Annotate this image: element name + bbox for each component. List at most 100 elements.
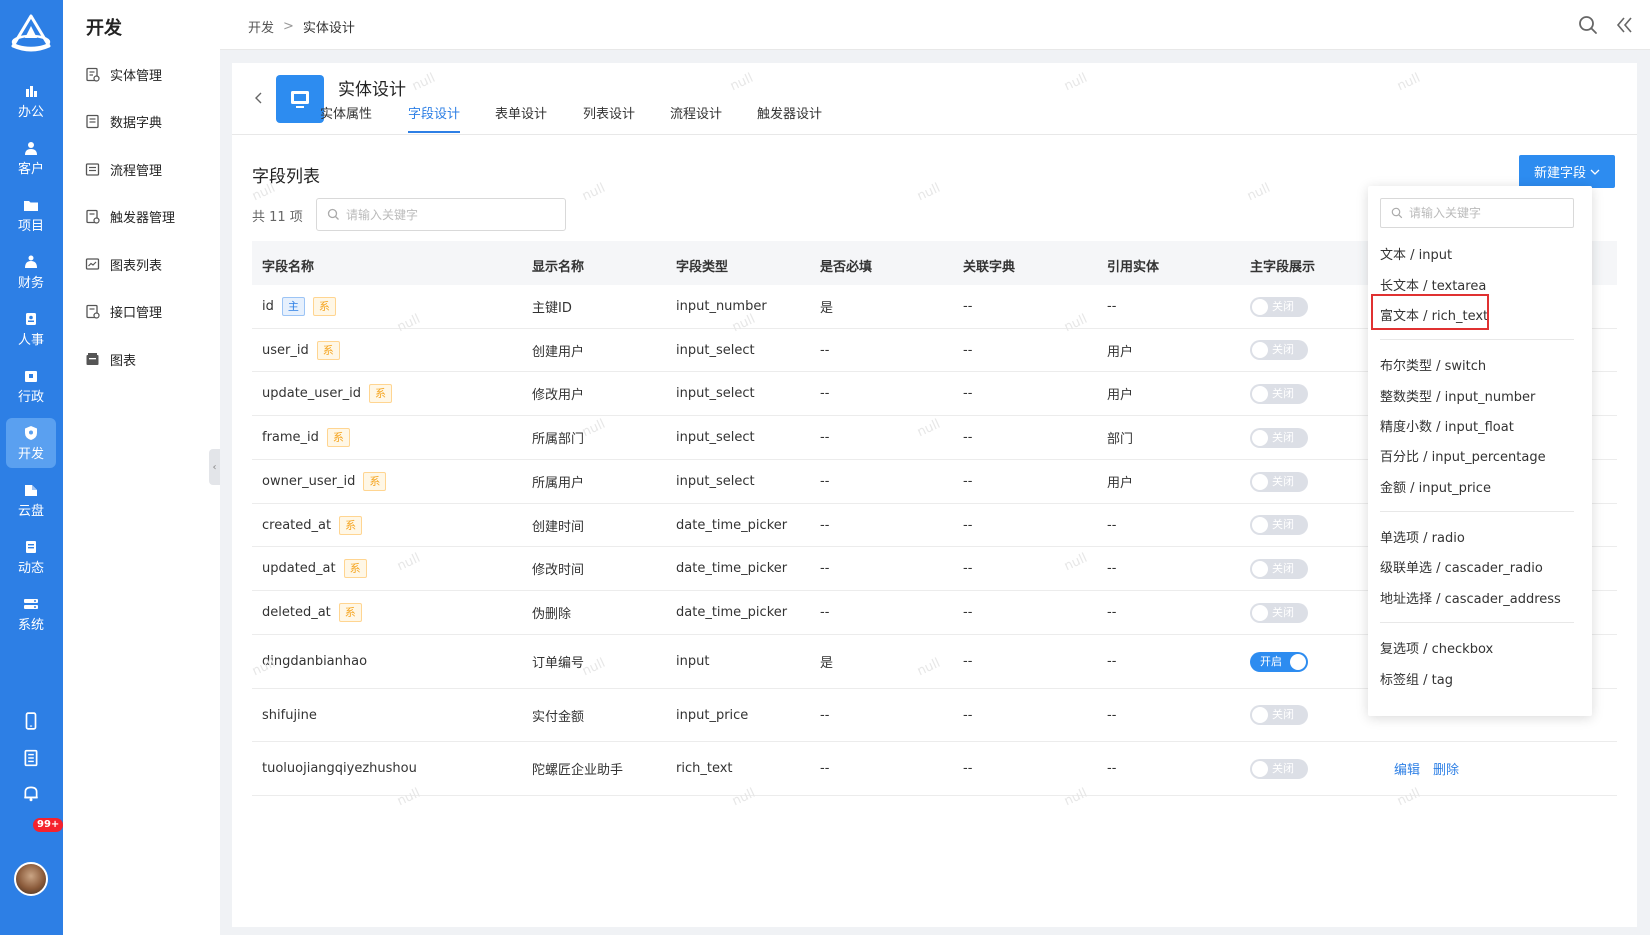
- display-name: 创建用户: [532, 344, 585, 360]
- main-field-cell: 关闭: [1250, 372, 1308, 415]
- main-field-toggle[interactable]: 关闭: [1250, 296, 1308, 317]
- field-type-option[interactable]: 百分比 / input_percentage: [1380, 446, 1546, 465]
- new-field-button[interactable]: 新建字段: [1519, 155, 1615, 188]
- main-field-toggle[interactable]: 开启: [1250, 651, 1308, 672]
- toggle-label: 关闭: [1272, 343, 1294, 356]
- field-type-option[interactable]: 复选项 / checkbox: [1380, 638, 1493, 657]
- main-field-cell: 关闭: [1250, 460, 1308, 503]
- tab[interactable]: 表单设计: [495, 103, 547, 131]
- hr-icon: [26, 312, 36, 325]
- notification-badge: 99+: [33, 818, 64, 832]
- sidebar-item[interactable]: 实体管理: [85, 62, 162, 86]
- rail-item[interactable]: 财务: [6, 247, 56, 297]
- system-tag: 系: [312, 297, 336, 316]
- sidebar-title: 开发: [86, 18, 122, 39]
- tab[interactable]: 实体属性: [320, 103, 372, 131]
- sidebar-item[interactable]: 图表: [85, 347, 136, 371]
- related-dictionary: --: [963, 654, 973, 669]
- delete-link[interactable]: 删除: [1433, 759, 1459, 778]
- app-logo-icon[interactable]: [9, 14, 53, 54]
- main-field-toggle[interactable]: 关闭: [1250, 515, 1308, 535]
- dropdown-divider: [1380, 339, 1574, 340]
- toggle-knob: [1252, 707, 1268, 723]
- required-flag: --: [820, 474, 830, 489]
- column-header: 字段类型: [676, 260, 729, 275]
- field-search-input[interactable]: [346, 207, 546, 222]
- rail-item[interactable]: 办公: [6, 76, 56, 126]
- field-type-option[interactable]: 金额 / input_price: [1380, 477, 1491, 496]
- rail-item[interactable]: 客户: [6, 133, 56, 183]
- main-field-toggle[interactable]: 关闭: [1250, 758, 1308, 779]
- display-name: 所属部门: [532, 432, 585, 447]
- field-type-option[interactable]: 地址选择 / cascader_address: [1380, 588, 1561, 607]
- sidebar-item[interactable]: 触发器管理: [85, 205, 175, 229]
- rail-item[interactable]: 开发: [6, 418, 56, 468]
- field-type-option[interactable]: 整数类型 / input_number: [1380, 386, 1535, 405]
- toggle-label: 关闭: [1272, 474, 1294, 488]
- field-type: input: [676, 654, 710, 669]
- column-header: 字段名称: [262, 260, 315, 275]
- top-bar: 开发 > 实体设计: [220, 0, 1650, 50]
- main-field-toggle[interactable]: 关闭: [1250, 471, 1308, 492]
- main-field-cell: 开启: [1250, 635, 1308, 688]
- main-field-toggle[interactable]: 关闭: [1250, 427, 1308, 448]
- rail-item[interactable]: 行政: [6, 361, 56, 411]
- document-icon[interactable]: [20, 747, 42, 769]
- sidebar-item[interactable]: 流程管理: [85, 157, 162, 181]
- rail-item[interactable]: 云盘: [6, 475, 56, 525]
- tab[interactable]: 触发器设计: [757, 103, 822, 131]
- chart-list-icon: [85, 257, 100, 270]
- bell-icon[interactable]: [20, 782, 42, 804]
- field-type-option[interactable]: 精度小数 / input_float: [1380, 416, 1514, 435]
- main-field-toggle[interactable]: 关闭: [1250, 383, 1308, 404]
- rail-item[interactable]: 系统: [6, 589, 56, 639]
- sidebar-item[interactable]: 图表列表: [85, 252, 162, 276]
- toggle-knob: [1252, 385, 1268, 402]
- user-avatar[interactable]: [14, 862, 48, 896]
- sidebar-item[interactable]: 接口管理: [85, 300, 162, 324]
- field-name-cell: update_user_id 系: [262, 372, 393, 415]
- field-type-option[interactable]: 级联单选 / cascader_radio: [1380, 557, 1543, 576]
- main-field-cell: 关闭: [1250, 689, 1308, 741]
- rail-item[interactable]: 动态: [6, 532, 56, 582]
- sidebar-collapse-handle[interactable]: ‹: [209, 449, 220, 485]
- double-chevron-left-icon[interactable]: [1613, 14, 1635, 36]
- highlight-box: [1371, 294, 1489, 330]
- main-field-toggle[interactable]: 关闭: [1250, 340, 1308, 360]
- breadcrumb-separator-icon: >: [283, 19, 294, 34]
- edit-link[interactable]: 编辑: [1394, 759, 1420, 778]
- field-type-option[interactable]: 文本 / input: [1380, 244, 1452, 263]
- mobile-icon[interactable]: [20, 710, 42, 732]
- breadcrumb-item[interactable]: 开发: [248, 17, 274, 36]
- rail-item-label: 动态: [17, 560, 44, 576]
- field-name-cell: tuoluojiangqiyezhushou: [262, 742, 417, 795]
- sidebar-item-label: 触发器管理: [110, 211, 176, 226]
- tab[interactable]: 字段设计: [408, 103, 461, 133]
- system-tag: 系: [326, 428, 350, 447]
- field-type-option[interactable]: 单选项 / radio: [1380, 527, 1465, 546]
- field-type-search-input[interactable]: [1409, 206, 1569, 220]
- main-field-toggle[interactable]: 关闭: [1250, 602, 1308, 623]
- column-header: 显示名称: [532, 260, 585, 275]
- tab[interactable]: 列表设计: [583, 103, 635, 131]
- toggle-knob: [1252, 604, 1268, 621]
- related-dictionary: --: [963, 299, 973, 314]
- sidebar-item[interactable]: 数据字典: [85, 110, 162, 134]
- rail-item[interactable]: 人事: [6, 304, 56, 354]
- tab[interactable]: 流程设计: [670, 103, 722, 131]
- back-chevron-icon[interactable]: [252, 91, 266, 105]
- field-type-option[interactable]: 长文本 / textarea: [1380, 275, 1486, 294]
- field-name-cell: shifujine: [262, 689, 317, 741]
- required-flag: --: [820, 761, 830, 776]
- api-manage-icon: [86, 304, 100, 319]
- rail-item[interactable]: 项目: [6, 190, 56, 240]
- main-field-toggle[interactable]: 关闭: [1250, 558, 1308, 579]
- field-type-option[interactable]: 布尔类型 / switch: [1380, 355, 1486, 374]
- toggle-label: 关闭: [1272, 518, 1294, 531]
- system-tag: 系: [339, 515, 363, 535]
- toggle-label: 关闭: [1272, 299, 1294, 313]
- field-type-option[interactable]: 标签组 / tag: [1380, 669, 1453, 688]
- main-field-toggle[interactable]: 关闭: [1250, 705, 1308, 725]
- required-flag: 是: [820, 301, 834, 316]
- search-icon[interactable]: [1577, 14, 1599, 36]
